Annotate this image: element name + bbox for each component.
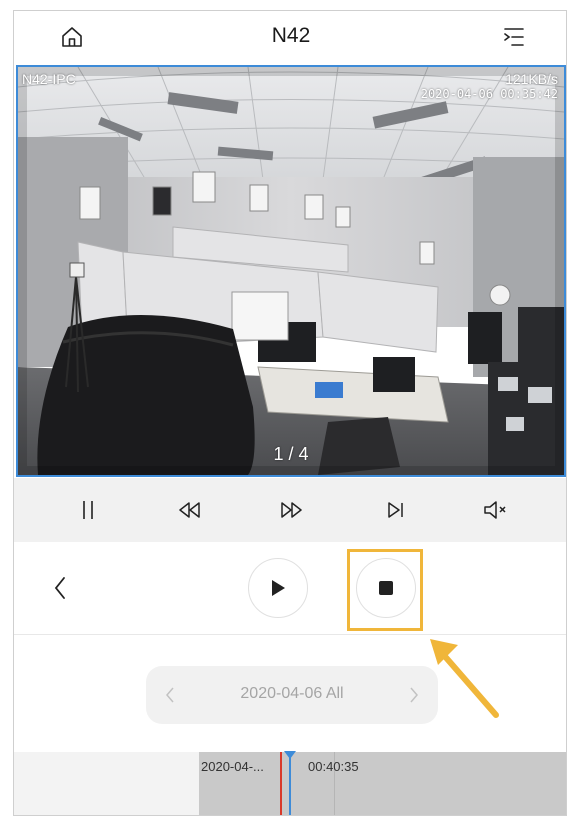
chevron-right-icon	[410, 687, 418, 703]
channel-list-button[interactable]	[500, 24, 528, 50]
fast-forward-button[interactable]	[275, 494, 307, 526]
timeline-time-label: 00:40:35	[308, 759, 359, 774]
back-button[interactable]	[46, 571, 74, 605]
date-selector: 2020-04-06 All	[146, 666, 438, 724]
timeline-cursor-icon[interactable]	[284, 751, 296, 759]
pause-button[interactable]	[72, 494, 104, 526]
top-bar: N42	[14, 11, 566, 63]
mute-button[interactable]	[480, 494, 512, 526]
bitrate-overlay: 121KB/s	[505, 71, 558, 87]
timeline-marker	[280, 752, 282, 815]
app-frame: N42 N42-IPC 121KB/s 2020-04-06 00:35:42 …	[13, 10, 567, 816]
video-player[interactable]: N42-IPC 121KB/s 2020-04-06 00:35:42 1 / …	[16, 65, 566, 477]
chevron-left-icon	[54, 577, 65, 599]
step-forward-icon	[388, 502, 403, 518]
selected-date-label[interactable]: 2020-04-06 All	[146, 685, 438, 703]
annotation-arrow-icon	[430, 639, 499, 718]
page-title: N42	[271, 24, 311, 47]
next-frame-button[interactable]	[380, 494, 412, 526]
player-control-bar	[14, 478, 566, 542]
next-date-button[interactable]	[404, 682, 424, 708]
list-menu-icon	[504, 28, 524, 46]
playback-timeline[interactable]: 2020-04-... 00:40:35	[14, 751, 566, 815]
stop-button-highlight	[347, 549, 423, 631]
timestamp-overlay: 2020-04-06 00:35:42	[420, 87, 558, 101]
channel-name-overlay: N42-IPC	[22, 71, 76, 87]
page-indicator: 1 / 4	[273, 444, 309, 464]
rewind-icon	[179, 502, 200, 518]
play-button[interactable]	[248, 558, 308, 618]
fast-forward-icon	[281, 502, 302, 518]
timeline-date-label: 2020-04-...	[201, 759, 264, 774]
play-icon	[272, 580, 285, 596]
timeline-cursor-line	[289, 752, 291, 815]
pause-icon	[83, 501, 93, 519]
speaker-muted-icon	[484, 501, 506, 519]
camera-feed-image	[18, 67, 564, 475]
rewind-button[interactable]	[174, 494, 206, 526]
